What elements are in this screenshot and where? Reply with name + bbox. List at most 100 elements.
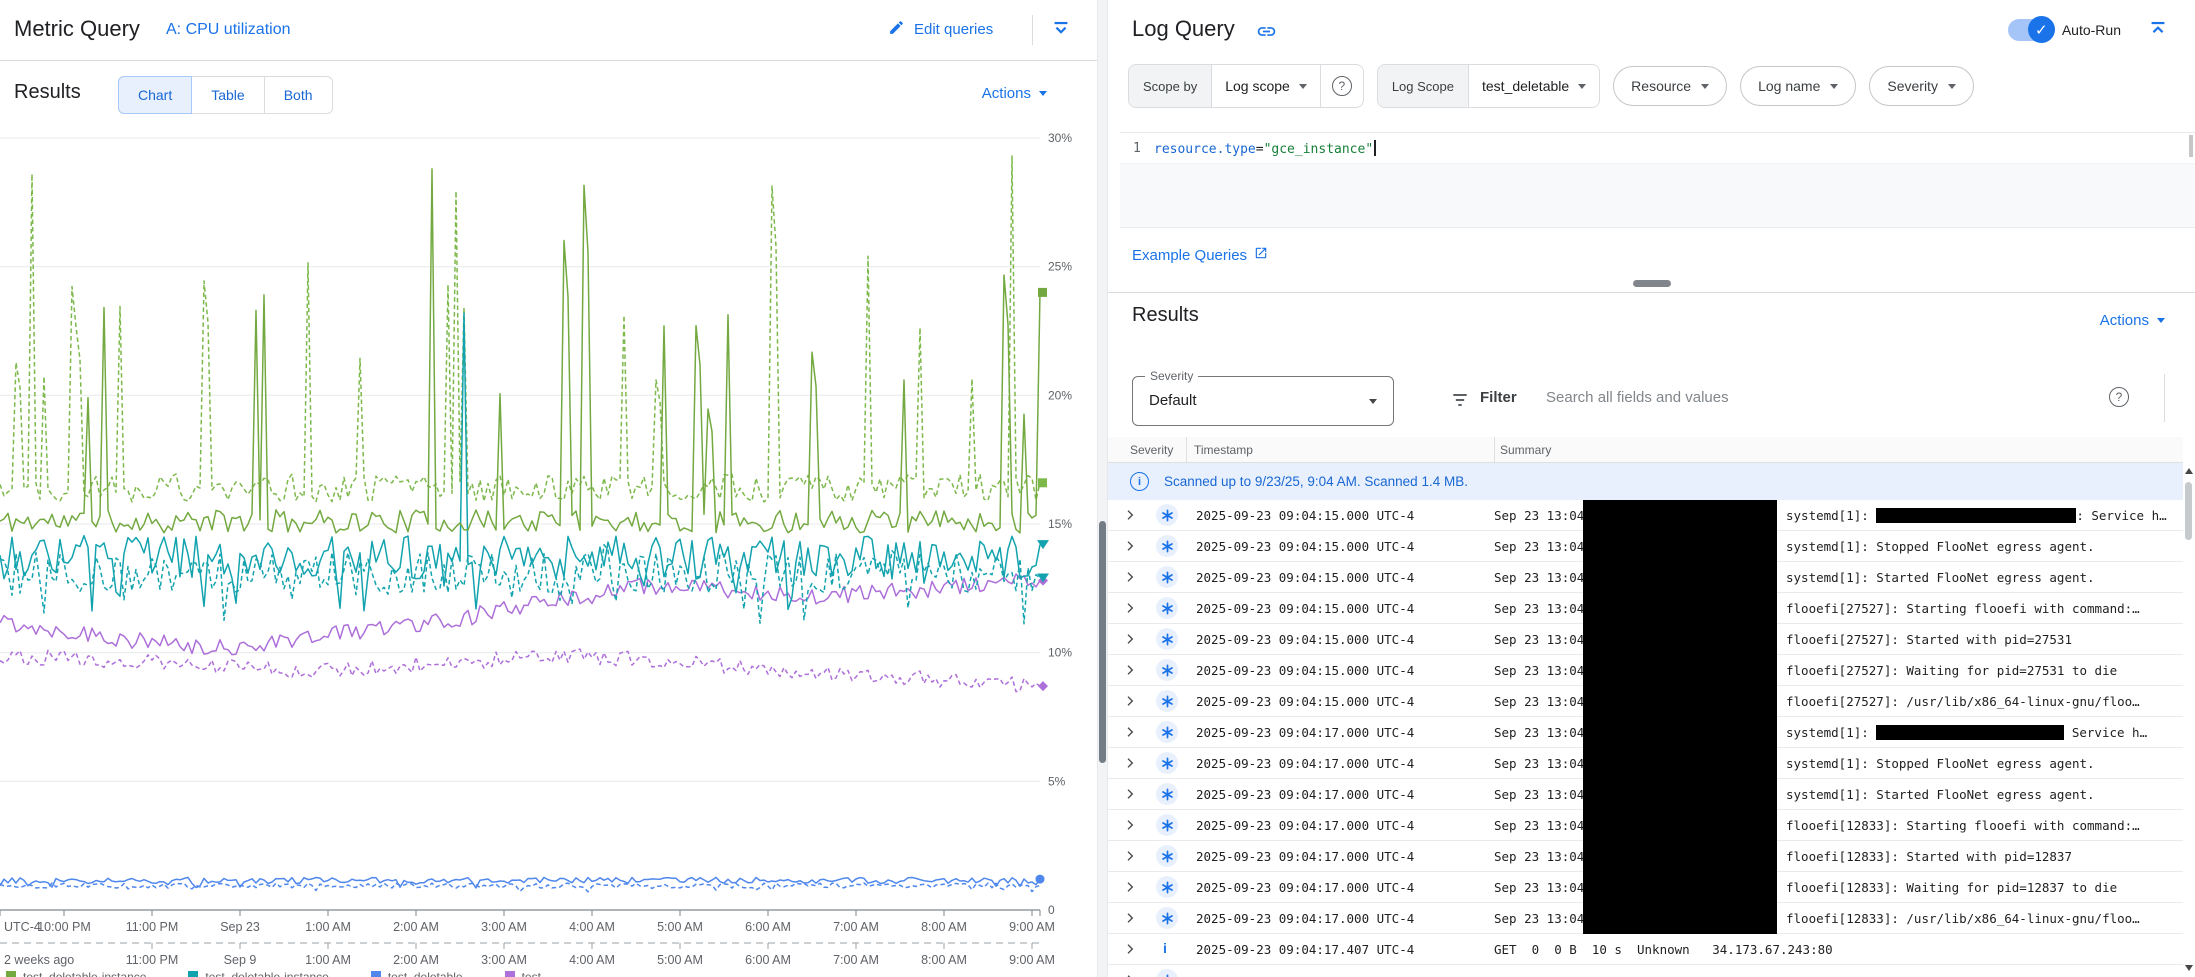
scan-status-banner: i Scanned up to 9/23/25, 9:04 AM. Scanne…: [1108, 463, 2183, 500]
redacted-hostname: [1583, 654, 1777, 686]
log-scope-dropdown[interactable]: Log scope: [1212, 65, 1320, 107]
collapse-log-panel-button[interactable]: [2147, 18, 2169, 43]
divider-drag-handle[interactable]: [1099, 521, 1106, 763]
log-row[interactable]: 2025-09-23 09:04:15.000 UTC-4Sep 23 13:0…: [1108, 624, 2183, 655]
tab-chart[interactable]: Chart: [118, 76, 192, 114]
chart-canvas[interactable]: 30%25%20%15%10%5%0UTC-410:00 PM11:00 PMS…: [0, 131, 1085, 977]
metric-query-a-link[interactable]: A: CPU utilization: [166, 21, 291, 39]
severity-default-icon: [1156, 783, 1178, 805]
cpu-utilization-chart[interactable]: 30%25%20%15%10%5%0UTC-410:00 PM11:00 PMS…: [0, 131, 1097, 977]
expand-row-chevron[interactable]: [1122, 879, 1138, 900]
svg-text:20%: 20%: [1048, 388, 1072, 402]
log-row[interactable]: 2025-09-23 09:04:15.000 UTC-4Sep 23 13:0…: [1108, 593, 2183, 624]
expand-row-chevron[interactable]: [1122, 848, 1138, 869]
results-help-button[interactable]: ?: [2109, 387, 2129, 407]
log-row[interactable]: 2025-09-23 09:04:17.000 UTC-4Sep 23 13:0…: [1108, 903, 2183, 934]
svg-text:3:00 AM: 3:00 AM: [481, 920, 527, 934]
metric-actions-dropdown[interactable]: Actions: [982, 85, 1047, 102]
filter-search-input[interactable]: Search all fields and values: [1546, 389, 1729, 406]
expand-row-chevron[interactable]: [1122, 724, 1138, 745]
log-row[interactable]: 2025-09-23 09:04:15.000 UTC-4Sep 23 13:0…: [1108, 686, 2183, 717]
expand-row-chevron[interactable]: [1122, 631, 1138, 652]
scroll-down-arrow[interactable]: [2185, 965, 2193, 971]
log-summary: systemd[1]: Stopped FlooNet egress agent…: [1786, 539, 2179, 554]
expand-row-chevron[interactable]: [1122, 910, 1138, 931]
log-name-filter-pill[interactable]: Log name: [1740, 66, 1856, 106]
expand-row-chevron[interactable]: [1122, 507, 1138, 528]
severity-select[interactable]: Severity Default: [1132, 376, 1394, 426]
svg-text:6:00 AM: 6:00 AM: [745, 953, 791, 967]
log-row[interactable]: 2025-09-23 09:04:17.000 UTC-4Sep 23 13:0…: [1108, 717, 2183, 748]
edit-queries-button[interactable]: Edit queries: [888, 19, 993, 40]
log-rows-list: 2025-09-23 09:04:15.000 UTC-4Sep 23 13:0…: [1108, 500, 2183, 977]
results-resize-handle[interactable]: [1633, 280, 1671, 287]
svg-text:2:00 AM: 2:00 AM: [393, 953, 439, 967]
svg-text:10%: 10%: [1048, 646, 1072, 660]
link-icon[interactable]: [1256, 21, 1277, 47]
expand-row-chevron[interactable]: [1122, 662, 1138, 683]
log-row[interactable]: 2025-09-23 09:04:17.000 UTC-4Sep 23 13:0…: [1108, 779, 2183, 810]
resource-filter-pill[interactable]: Resource: [1613, 66, 1727, 106]
severity-default-icon: [1156, 628, 1178, 650]
editor-scrollbar[interactable]: [2189, 135, 2193, 157]
svg-text:2 weeks ago: 2 weeks ago: [4, 953, 74, 967]
log-row[interactable]: 2025-09-23 09:04:15.000 UTC-4Sep 23 13:0…: [1108, 500, 2183, 531]
legend-item[interactable]: test_deletable-…: [371, 970, 479, 977]
redacted-hostname: [1583, 500, 1777, 531]
log-row[interactable]: 2025-09-23 09:04:15.000 UTC-4Sep 23 13:0…: [1108, 531, 2183, 562]
scroll-up-arrow[interactable]: [2185, 468, 2193, 474]
severity-default-icon: [1156, 969, 1178, 977]
redacted-hostname: [1583, 685, 1777, 717]
log-query-editor[interactable]: 1 resource.type="gce_instance": [1120, 132, 2195, 228]
scope-help-button[interactable]: ?: [1320, 65, 1363, 107]
legend-item[interactable]: test_deletable-instance-…: [6, 970, 162, 977]
log-scope-toolbar: Scope by Log scope ? Log Scope test_dele…: [1128, 62, 2187, 110]
log-row[interactable]: 2025-09-23 09:04:17.000 UTC-4Sep 23 13:0…: [1108, 841, 2183, 872]
log-row[interactable]: 2025-09-23 09:04:17.000 UTC-4Sep 23 13:0…: [1108, 872, 2183, 903]
results-scrollbar[interactable]: [2183, 440, 2195, 977]
svg-text:15%: 15%: [1048, 517, 1072, 531]
pencil-icon: [888, 19, 905, 40]
log-timestamp: 2025-09-23 09:04:17.000 UTC-4: [1196, 880, 1414, 895]
expand-row-chevron[interactable]: [1122, 538, 1138, 559]
expand-row-chevron[interactable]: [1122, 786, 1138, 807]
log-scope-value-dropdown[interactable]: test_deletable: [1469, 65, 1599, 107]
legend-item[interactable]: test_deletable-instance-…: [188, 970, 344, 977]
panel-resize-divider[interactable]: [1097, 0, 1108, 977]
expand-row-chevron[interactable]: [1122, 569, 1138, 590]
auto-run-toggle[interactable]: ✓: [2008, 19, 2052, 41]
info-icon: i: [1130, 472, 1149, 491]
expand-row-chevron[interactable]: [1122, 600, 1138, 621]
log-row[interactable]: i2025-09-23 09:04:17.407 UTC-4GET 0 0 B …: [1108, 934, 2183, 965]
log-timestamp: 2025-09-23 09:04:17.000 UTC-4: [1196, 849, 1414, 864]
legend-item[interactable]: test-…: [505, 970, 557, 977]
log-row[interactable]: 2025-09-23 09:04:17.000 UTC-4Sep 23 13:0…: [1108, 810, 2183, 841]
redacted-hostname: [1583, 871, 1777, 903]
tab-table[interactable]: Table: [191, 76, 264, 114]
legend-color-chip: [505, 971, 515, 977]
log-scope-group: Log Scope test_deletable: [1377, 64, 1600, 108]
log-row[interactable]: 2025-09-23 09:04:17.000 UTC-4Sep 23 13:0…: [1108, 748, 2183, 779]
scrollbar-thumb[interactable]: [2185, 482, 2192, 540]
tab-both[interactable]: Both: [264, 76, 333, 114]
expand-row-chevron[interactable]: [1122, 972, 1138, 977]
query-value-token: "gce_instance": [1264, 142, 1374, 157]
log-actions-dropdown[interactable]: Actions: [2100, 312, 2165, 329]
header-divider: [1032, 15, 1033, 45]
example-queries-link[interactable]: Example Queries: [1132, 246, 1268, 264]
redacted-hostname: [1583, 592, 1777, 624]
query-code[interactable]: resource.type="gce_instance": [1154, 140, 1376, 157]
severity-filter-pill[interactable]: Severity: [1869, 66, 1974, 106]
expand-row-chevron[interactable]: [1122, 941, 1138, 962]
collapse-metric-panel-button[interactable]: [1050, 18, 1072, 43]
severity-default-icon: [1156, 690, 1178, 712]
log-summary: flooefi[12833]: Started with pid=12837: [1786, 849, 2179, 864]
expand-row-chevron[interactable]: [1122, 693, 1138, 714]
log-row[interactable]: 2025-09-23 09:04:15.000 UTC-4Sep 23 13:0…: [1108, 655, 2183, 686]
expand-row-chevron[interactable]: [1122, 817, 1138, 838]
query-editor-line[interactable]: 1 resource.type="gce_instance": [1120, 133, 2195, 164]
log-row[interactable]: [1108, 965, 2183, 977]
log-row[interactable]: 2025-09-23 09:04:15.000 UTC-4Sep 23 13:0…: [1108, 562, 2183, 593]
column-divider: [1186, 437, 1187, 462]
expand-row-chevron[interactable]: [1122, 755, 1138, 776]
